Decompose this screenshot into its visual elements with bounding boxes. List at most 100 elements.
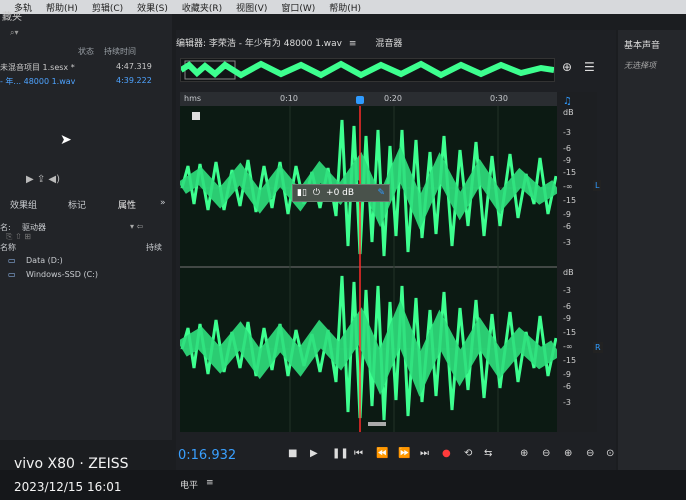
db-top-5: -∞ (563, 182, 573, 191)
right-panel-title: 基本声音 (624, 41, 661, 51)
tab-markers[interactable]: 标记 (68, 198, 86, 211)
play-button[interactable]: ▶ (310, 448, 318, 459)
fast-forward-button[interactable]: ⏩ (398, 448, 410, 459)
go-start-button[interactable]: ⏮ (354, 448, 363, 459)
skip-button[interactable]: ⇆ (484, 448, 492, 459)
menu-item-5[interactable]: 视图(V) (236, 1, 267, 14)
right-panel-sub: 无选择项 (624, 61, 656, 70)
levels-menu-icon[interactable]: ≡ (206, 478, 214, 488)
db-top-6: -15 (563, 196, 577, 205)
horizontal-scrollbar[interactable] (368, 422, 386, 426)
db-bot-7: -9 (563, 370, 571, 379)
db-top-7: -9 (563, 210, 571, 219)
camera-watermark-line1: vivo X80 · ZEISS (14, 456, 129, 472)
files-panel-title: 藏夹 (2, 12, 22, 23)
drive-icon-d: ▭ (8, 256, 16, 265)
headphone-icon[interactable]: ♫ (563, 96, 572, 107)
db-bot-3: -9 (563, 314, 571, 323)
editor-tab[interactable]: 编辑器: 李荣浩 - 年少有为 48000 1.wav (176, 39, 342, 49)
db-top-2: -6 (563, 144, 571, 153)
panel-tools-icons[interactable]: ▶ ⇪ ◀) (26, 174, 60, 185)
db-scale: ♫ dB -3 -6 -9 -15 -∞ -15 -9 -6 -3 L dB -… (557, 92, 603, 432)
menu-item-2[interactable]: 剪辑(C) (92, 1, 123, 14)
db-bot-6: -15 (563, 356, 577, 365)
hud-meter-icon: ▮▯ (297, 188, 307, 198)
file-duration-1: 4:39.222 (116, 76, 152, 85)
timeline-ruler[interactable]: hms 0:10 0:20 0:30 (180, 92, 558, 106)
record-button[interactable]: ● (442, 448, 451, 459)
camera-watermark-line2: 2023/12/15 16:01 (14, 480, 122, 494)
db-bot-0: dB (563, 268, 574, 277)
file-item-0[interactable]: 未混音项目 1.sesx * (0, 62, 75, 73)
editor-tab-bar: 编辑器: 李荣浩 - 年少有为 48000 1.wav ≡ 混音器 (176, 36, 402, 49)
db-top-0: dB (563, 108, 574, 117)
menu-item-7[interactable]: 帮助(H) (329, 1, 361, 14)
col-duration: 持续时间 (104, 47, 136, 56)
playhead-marker-icon[interactable] (356, 96, 364, 104)
menu-bar: 多轨 帮助(H) 剪辑(C) 效果(S) 收藏夹(R) 视图(V) 窗口(W) … (0, 0, 686, 14)
editor-menu-icon[interactable]: ≡ (349, 39, 357, 49)
hud-knob-icon[interactable]: ⏻ (313, 188, 320, 198)
tick-20: 0:20 (384, 94, 402, 103)
file-item-1[interactable]: - 年... 48000 1.wav (0, 76, 75, 87)
current-time: 0:16.932 (178, 448, 237, 463)
menu-item-6[interactable]: 窗口(W) (281, 1, 315, 14)
channel-left[interactable]: L (593, 180, 602, 191)
waveform-svg (180, 106, 557, 432)
db-top-4: -15 (563, 168, 577, 177)
hud-gain-value: +0 dB (326, 188, 355, 198)
zoom-out-time-icon[interactable]: ⊖ (586, 448, 594, 459)
mixer-tab[interactable]: 混音器 (375, 39, 402, 49)
db-bot-8: -6 (563, 382, 571, 391)
zoom-reset-icon[interactable]: ⊕ (562, 60, 572, 74)
db-top-3: -9 (563, 156, 571, 165)
drive-item-c[interactable]: Windows-SSD (C:) (26, 270, 98, 279)
timeline-unit: hms (184, 94, 202, 103)
wave-corner-icon (192, 112, 200, 120)
zoom-in-time-icon[interactable]: ⊕ (564, 448, 572, 459)
rewind-button[interactable]: ⏪ (376, 448, 388, 459)
essential-sound-panel: 基本声音 无选择项 (618, 30, 686, 500)
file-duration-0: 4:47.319 (116, 62, 152, 71)
overview-waveform[interactable] (179, 58, 555, 82)
zoom-in-amplitude-icon[interactable]: ⊕ (520, 448, 528, 459)
menu-item-3[interactable]: 效果(S) (137, 1, 168, 14)
zoom-full-icon[interactable]: ⊙ (606, 448, 614, 459)
files-search-icon[interactable]: ⌕▾ (10, 28, 19, 38)
db-bot-9: -3 (563, 398, 571, 407)
pause-button[interactable]: ❚❚ (332, 448, 349, 459)
overview-wave-svg (179, 60, 555, 80)
drive-icon-c: ▭ (8, 270, 16, 279)
menu-item-1[interactable]: 帮助(H) (46, 1, 78, 14)
tabs-overflow-icon[interactable]: » (160, 198, 166, 208)
hud-pin-icon[interactable]: ✎ (377, 188, 385, 198)
tick-30: 0:30 (490, 94, 508, 103)
levels-label[interactable]: 电平 (180, 478, 198, 491)
drive-item-d[interactable]: Data (D:) (26, 256, 63, 265)
location-dropdown-icon[interactable]: ▾ ⇦ (130, 222, 143, 231)
db-bot-1: -3 (563, 286, 571, 295)
col-status: 状态 (78, 47, 94, 56)
tab-effects[interactable]: 效果组 (10, 198, 37, 211)
db-top-1: -3 (563, 128, 571, 137)
stop-button[interactable]: ■ (288, 448, 297, 459)
channel-right[interactable]: R (593, 342, 603, 353)
db-bot-5: -∞ (563, 342, 573, 351)
zoom-out-amplitude-icon[interactable]: ⊖ (542, 448, 550, 459)
overview-menu-icon[interactable]: ☰ (584, 60, 595, 74)
tab-properties[interactable]: 属性 (118, 198, 136, 211)
tick-10: 0:10 (280, 94, 298, 103)
loop-button[interactable]: ⟲ (464, 448, 472, 459)
mouse-cursor-icon: ➤ (60, 132, 72, 148)
go-end-button[interactable]: ⏭ (420, 448, 429, 459)
name-header: 名称 (0, 243, 16, 252)
db-bot-4: -15 (563, 328, 577, 337)
waveform-display[interactable]: ▮▯ ⏻ +0 dB ✎ (180, 106, 557, 432)
transport-bar: 0:16.932 ■ ▶ ❚❚ ⏮ ⏪ ⏩ ⏭ ● ⟲ ⇆ ⊕ ⊖ ⊕ ⊖ ⊙ (176, 442, 616, 468)
duration-header: 持续 (146, 243, 162, 252)
properties-tabs: 效果组 标记 属性 » (0, 198, 172, 212)
toolbar-small-icons[interactable]: ⎘ ⇧ ⊞ (6, 232, 31, 242)
db-top-9: -3 (563, 238, 571, 247)
gain-hud[interactable]: ▮▯ ⏻ +0 dB ✎ (292, 184, 390, 202)
menu-item-4[interactable]: 收藏夹(R) (182, 1, 222, 14)
